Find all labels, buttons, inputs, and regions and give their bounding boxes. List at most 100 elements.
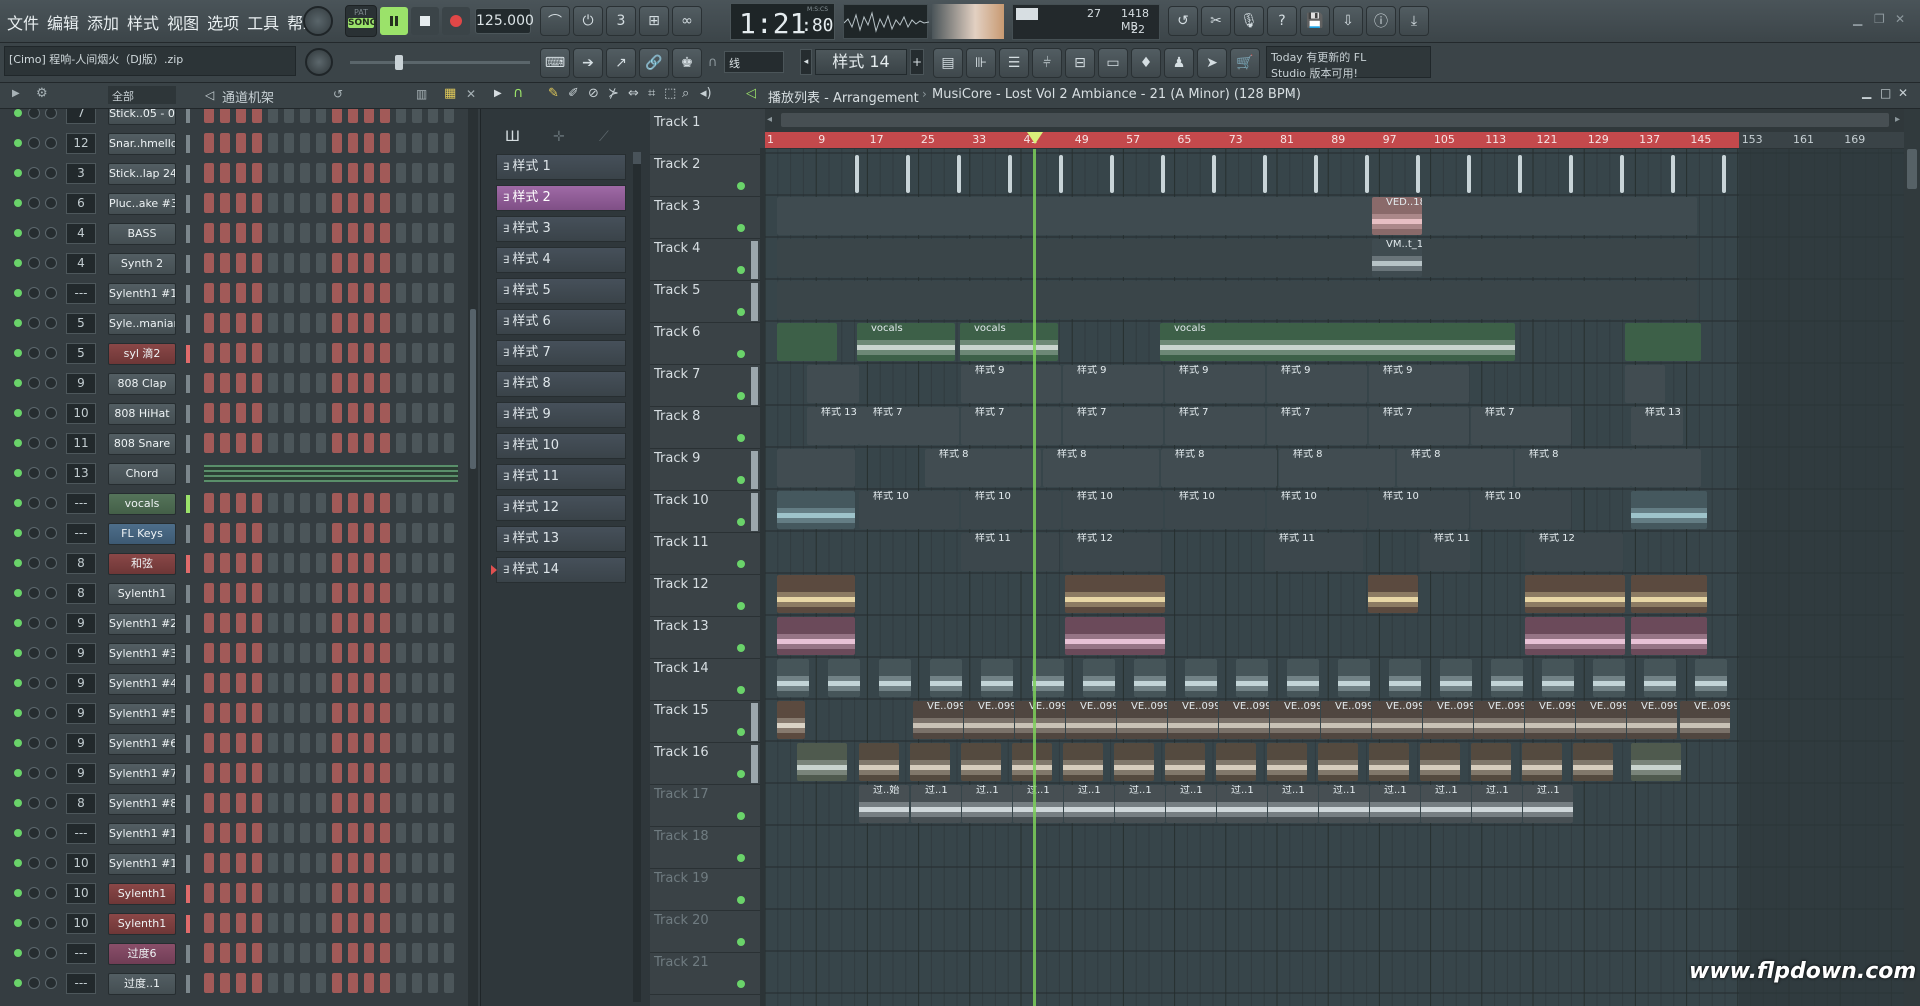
step-button[interactable] bbox=[364, 643, 374, 663]
channel-pan-knob[interactable] bbox=[28, 857, 40, 869]
track-header[interactable]: Track 13 bbox=[650, 617, 760, 659]
playlist-clip[interactable]: 样式 13 bbox=[1631, 407, 1683, 445]
step-button[interactable] bbox=[300, 193, 310, 213]
step-button[interactable] bbox=[300, 283, 310, 303]
channel-volume-knob[interactable] bbox=[45, 797, 57, 809]
shortcut-button[interactable]: ➤ bbox=[1197, 48, 1227, 78]
playlist-clip[interactable] bbox=[906, 155, 910, 193]
step-button[interactable] bbox=[268, 553, 278, 573]
mini-piano-roll[interactable] bbox=[204, 465, 458, 482]
channel-name-button[interactable]: FL Keys bbox=[108, 523, 176, 545]
playlist-clip[interactable]: 样式 7 bbox=[961, 407, 1061, 445]
step-button[interactable] bbox=[204, 253, 214, 273]
channel-select-indicator[interactable] bbox=[186, 585, 190, 603]
channel-name-button[interactable]: 和弦 bbox=[108, 553, 176, 575]
playlist-button[interactable]: ▤ bbox=[933, 48, 963, 78]
plugin-picker-button[interactable]: ▭ bbox=[1098, 48, 1128, 78]
step-button[interactable] bbox=[220, 913, 230, 933]
playlist-clip[interactable] bbox=[777, 701, 805, 739]
step-button[interactable] bbox=[348, 523, 358, 543]
playlist-clip[interactable] bbox=[1032, 659, 1064, 697]
step-button[interactable] bbox=[284, 193, 294, 213]
playlist-clip[interactable] bbox=[777, 239, 1697, 277]
step-button[interactable] bbox=[220, 223, 230, 243]
step-button[interactable] bbox=[364, 493, 374, 513]
channel-row[interactable]: 13 Chord bbox=[0, 459, 480, 489]
step-button[interactable] bbox=[204, 823, 214, 843]
step-button[interactable] bbox=[412, 493, 422, 513]
step-button[interactable] bbox=[204, 493, 214, 513]
step-button[interactable] bbox=[348, 313, 358, 333]
step-button[interactable] bbox=[300, 523, 310, 543]
channel-mixer-track[interactable]: 4 bbox=[66, 223, 96, 244]
channel-volume-knob[interactable] bbox=[45, 257, 57, 269]
playlist-clip[interactable] bbox=[777, 617, 855, 655]
channel-mute-led[interactable] bbox=[14, 409, 22, 417]
channel-mixer-track[interactable]: 8 bbox=[66, 583, 96, 604]
step-button[interactable] bbox=[220, 943, 230, 963]
step-button[interactable] bbox=[236, 343, 246, 363]
step-button[interactable] bbox=[332, 133, 342, 153]
cut-button[interactable]: ✂ bbox=[1201, 6, 1231, 36]
step-button[interactable] bbox=[428, 673, 438, 693]
step-button[interactable] bbox=[364, 703, 374, 723]
timeline-end-region[interactable] bbox=[1739, 132, 1920, 148]
channel-row[interactable]: --- FL Keys bbox=[0, 519, 480, 549]
channel-row[interactable]: 11 808 Snare bbox=[0, 429, 480, 459]
step-button[interactable] bbox=[204, 343, 214, 363]
step-button[interactable] bbox=[236, 883, 246, 903]
channel-mute-led[interactable] bbox=[14, 199, 22, 207]
step-button[interactable] bbox=[300, 853, 310, 873]
playlist-clip[interactable] bbox=[1165, 743, 1205, 781]
step-button[interactable] bbox=[236, 433, 246, 453]
playlist-clip[interactable] bbox=[1722, 155, 1726, 193]
playlist-clip[interactable] bbox=[1365, 155, 1369, 193]
step-button[interactable] bbox=[380, 913, 390, 933]
playlist-clip[interactable]: 过..1 bbox=[911, 785, 961, 823]
channel-mixer-track[interactable]: 9 bbox=[66, 733, 96, 754]
playlist-clip[interactable]: 过..1 bbox=[1013, 785, 1063, 823]
step-button[interactable] bbox=[236, 613, 246, 633]
step-button[interactable] bbox=[252, 223, 262, 243]
channel-pan-knob[interactable] bbox=[28, 137, 40, 149]
step-button[interactable] bbox=[396, 223, 406, 243]
channel-mute-led[interactable] bbox=[14, 499, 22, 507]
channel-select-indicator[interactable] bbox=[186, 375, 190, 393]
step-button[interactable] bbox=[204, 373, 214, 393]
step-button[interactable] bbox=[348, 613, 358, 633]
mic-button[interactable]: 🎙 bbox=[1234, 6, 1264, 36]
step-button[interactable] bbox=[284, 673, 294, 693]
playlist-clip[interactable]: 样式 7 bbox=[1267, 407, 1367, 445]
channel-volume-knob[interactable] bbox=[45, 767, 57, 779]
channel-volume-knob[interactable] bbox=[45, 109, 57, 119]
step-button[interactable] bbox=[316, 433, 326, 453]
vertical-scroll-thumb[interactable] bbox=[1907, 149, 1917, 189]
channel-select-indicator[interactable] bbox=[186, 135, 190, 153]
playlist-clip[interactable]: VE..099 bbox=[1117, 701, 1167, 739]
playlist-clip[interactable]: 样式 7 bbox=[1369, 407, 1469, 445]
track-header[interactable]: Track 3 bbox=[650, 197, 760, 239]
step-button[interactable] bbox=[396, 163, 406, 183]
channel-pan-knob[interactable] bbox=[28, 887, 40, 899]
step-button[interactable] bbox=[412, 313, 422, 333]
step-button[interactable] bbox=[428, 193, 438, 213]
step-button[interactable] bbox=[204, 193, 214, 213]
channel-pan-knob[interactable] bbox=[28, 587, 40, 599]
step-button[interactable] bbox=[316, 523, 326, 543]
step-button[interactable] bbox=[348, 163, 358, 183]
playlist-clip[interactable]: 过..1 bbox=[1523, 785, 1573, 823]
playlist-clip[interactable] bbox=[1008, 155, 1012, 193]
step-button[interactable] bbox=[364, 283, 374, 303]
playlist-clip[interactable]: vocals bbox=[960, 323, 1058, 361]
metronome-button[interactable]: ⌒ bbox=[540, 6, 570, 36]
rack-menu-arrow-icon[interactable]: ▶ bbox=[12, 88, 20, 99]
step-button[interactable] bbox=[428, 343, 438, 363]
step-button[interactable] bbox=[300, 373, 310, 393]
step-button[interactable] bbox=[220, 523, 230, 543]
step-button[interactable] bbox=[268, 493, 278, 513]
step-button[interactable] bbox=[252, 853, 262, 873]
step-button[interactable] bbox=[428, 973, 438, 993]
channel-mixer-track[interactable]: 8 bbox=[66, 793, 96, 814]
step-button[interactable] bbox=[268, 253, 278, 273]
channel-mute-led[interactable] bbox=[14, 739, 22, 747]
